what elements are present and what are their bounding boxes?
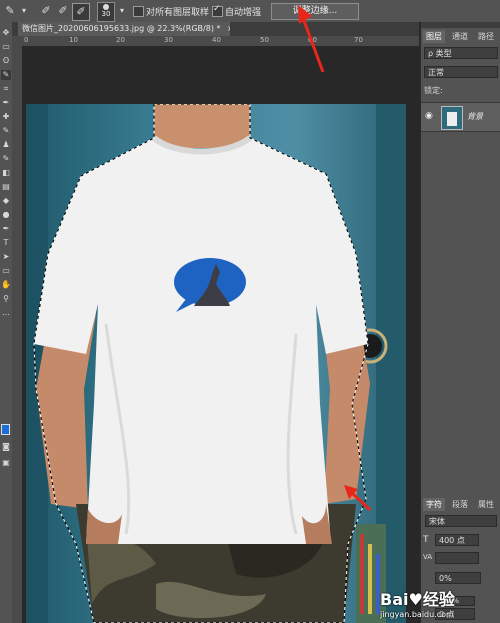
font-size-icon: T: [423, 535, 429, 545]
brush-size-value: 30: [101, 10, 111, 18]
eyedropper-tool-icon[interactable]: ✒: [1, 98, 11, 108]
options-bar: ✎ ▾ ✐ ✐ ✐ 30 ▾ 对所有图层取样 自动增强 调整边缘...: [0, 0, 500, 23]
edit-toolbar-icon[interactable]: …: [1, 308, 11, 318]
layer-filter-dropdown[interactable]: ρ 类型: [424, 47, 498, 59]
ruler-tick-label: 0: [24, 36, 29, 44]
sample-all-layers-label: 对所有图层取样: [146, 8, 210, 18]
foreground-color-swatch[interactable]: [1, 424, 10, 435]
pen-tool-icon[interactable]: ✒: [1, 224, 11, 234]
layer-thumbnail-shirt: [447, 112, 457, 126]
auto-enhance-checkbox[interactable]: [212, 4, 223, 17]
panel-dock-header: [421, 22, 500, 28]
font-size-field[interactable]: 400 点: [435, 534, 479, 546]
ruler-tick-label: 70: [354, 36, 363, 44]
path-selection-tool-icon[interactable]: ➤: [1, 252, 11, 262]
new-selection-icon[interactable]: ✐: [38, 3, 54, 19]
tab-paths[interactable]: 路径: [475, 30, 497, 43]
brush-dropdown-icon[interactable]: ▾: [114, 3, 130, 19]
quick-selection-tool-icon[interactable]: ✎: [1, 70, 11, 80]
tracking-label: VA: [423, 553, 433, 561]
blend-mode-dropdown[interactable]: 正常: [424, 66, 498, 78]
healing-brush-tool-icon[interactable]: ✚: [1, 112, 11, 122]
tab-layers[interactable]: 图层: [423, 30, 445, 43]
watermark: Bai♥经验 jingyan.baidu.com: [380, 586, 500, 619]
document-tab[interactable]: 微信图片_20200606195633.jpg @ 22.3%(RGB/8) *…: [18, 22, 230, 36]
shape-tool-icon[interactable]: ▭: [1, 266, 11, 276]
vertical-ruler: [12, 46, 22, 623]
document-photo[interactable]: [26, 104, 406, 623]
tool-preset-dropdown-icon[interactable]: ▾: [16, 3, 32, 19]
ruler-tick-label: 30: [164, 36, 173, 44]
watermark-url: jingyan.baidu.com: [380, 610, 454, 619]
font-family-dropdown[interactable]: 宋体: [425, 515, 497, 527]
eye-icon[interactable]: ◉: [425, 111, 433, 121]
scale-field[interactable]: 0%: [435, 572, 481, 584]
tab-paragraph[interactable]: 段落: [449, 498, 471, 511]
crop-tool-icon[interactable]: ⌗: [1, 84, 11, 94]
document-tab-bar: 微信图片_20200606195633.jpg @ 22.3%(RGB/8) *…: [12, 22, 419, 36]
layer-thumbnail: [441, 106, 463, 130]
ruler-tick-label: 40: [212, 36, 221, 44]
blur-tool-icon[interactable]: ◆: [1, 196, 11, 206]
lock-label: 锁定:: [424, 86, 443, 95]
layer-row-background[interactable]: ◉ 背景: [421, 102, 500, 132]
dodge-tool-icon[interactable]: ●: [1, 210, 11, 220]
marquee-tool-icon[interactable]: ▭: [1, 42, 11, 52]
screen-mode-icon[interactable]: ▣: [1, 458, 11, 468]
layer-name[interactable]: 背景: [467, 111, 483, 122]
tracking-field[interactable]: [435, 552, 479, 564]
move-tool-icon[interactable]: ✥: [1, 28, 11, 38]
clone-stamp-tool-icon[interactable]: ♟: [1, 140, 11, 150]
ruler-tick-label: 10: [69, 36, 78, 44]
eraser-tool-icon[interactable]: ◧: [1, 168, 11, 178]
quick-mask-icon[interactable]: ◙: [1, 442, 11, 452]
baidu-logo: Bai♥经验: [380, 590, 455, 609]
refine-edge-button[interactable]: 调整边缘...: [271, 3, 359, 20]
lasso-tool-icon[interactable]: ʘ: [1, 56, 11, 66]
subtract-from-selection-icon[interactable]: ✐: [72, 3, 90, 21]
ruler-tick-label: 20: [116, 36, 125, 44]
tab-properties[interactable]: 属性: [475, 498, 497, 511]
tab-character[interactable]: 字符: [423, 498, 445, 511]
history-brush-tool-icon[interactable]: ✎: [1, 154, 11, 164]
hand-tool-icon[interactable]: ✋: [1, 280, 11, 290]
add-to-selection-icon[interactable]: ✐: [55, 3, 71, 19]
brush-tool-icon[interactable]: ✎: [1, 126, 11, 136]
tab-channels[interactable]: 通道: [449, 30, 471, 43]
canvas-area[interactable]: [22, 46, 419, 623]
ruler-tick-label: 60: [308, 36, 317, 44]
zoom-tool-icon[interactable]: ⚲: [1, 294, 11, 304]
photo-image: [26, 104, 406, 623]
type-tool-icon[interactable]: T: [1, 238, 11, 248]
auto-enhance-label: 自动增强: [225, 8, 262, 18]
close-tab-icon[interactable]: ×: [227, 24, 230, 33]
document-title: 微信图片_20200606195633.jpg @ 22.3%(RGB/8) *: [22, 24, 221, 33]
ruler-tick-label: 50: [260, 36, 269, 44]
layers-panel: 图层 通道 路径 ρ 类型 正常 锁定: ◉ 背景: [420, 22, 500, 500]
sample-all-layers-checkbox[interactable]: [133, 6, 144, 17]
brush-picker[interactable]: 30: [97, 2, 115, 22]
gradient-tool-icon[interactable]: ▤: [1, 182, 11, 192]
